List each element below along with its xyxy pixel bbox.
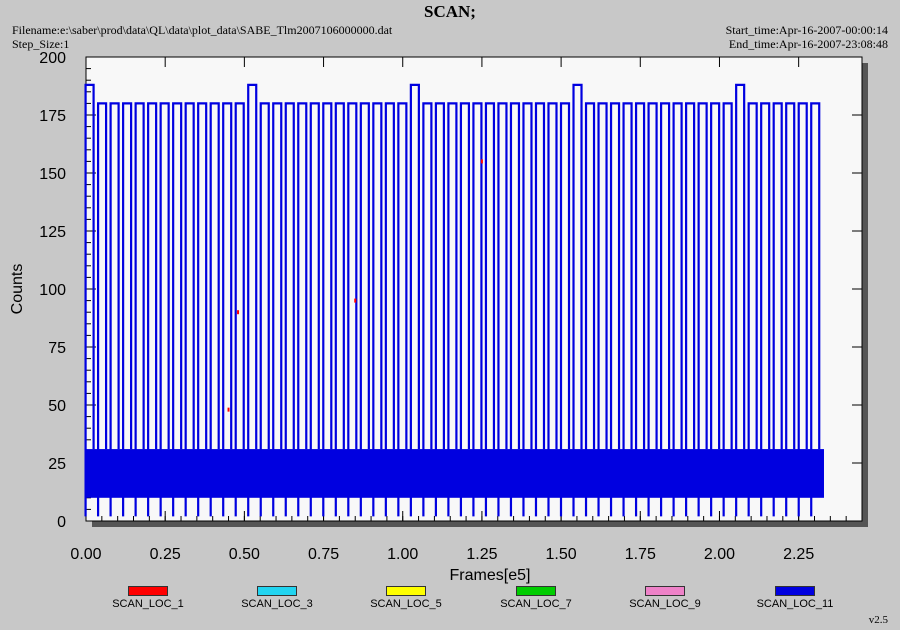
legend-label: SCAN_LOC_3 [241, 598, 313, 610]
y-tick-label: 25 [48, 456, 66, 473]
legend-item: SCAN_LOC_9 [610, 586, 720, 610]
x-axis-label: Frames[e5] [450, 567, 531, 584]
scan-chart: 0 25 50 75 100 125 150 175 200 0.00 0.25 0.50 0.75 1.… [9, 50, 868, 584]
legend-label: SCAN_LOC_1 [112, 598, 184, 610]
legend-label: SCAN_LOC_9 [629, 598, 701, 610]
x-tick-label: 1.25 [466, 546, 497, 563]
version-label: v2.5 [868, 614, 888, 626]
x-tick-label: 0.25 [150, 546, 181, 563]
x-tick-label: 1.75 [625, 546, 656, 563]
legend-item: SCAN_LOC_1 [93, 586, 203, 610]
y-tick-label: 0 [57, 514, 66, 531]
y-tick-label: 125 [39, 224, 66, 241]
x-tick-label: 2.25 [783, 546, 814, 563]
legend-swatch [645, 586, 685, 596]
legend-label: SCAN_LOC_11 [756, 598, 834, 610]
legend-swatch [386, 586, 426, 596]
scan-loc-1-point [480, 159, 483, 164]
legend-item: SCAN_LOC_7 [481, 586, 591, 610]
x-tick-label: 0.50 [229, 546, 260, 563]
legend-item: SCAN_LOC_5 [351, 586, 461, 610]
x-tick-label: 0.75 [308, 546, 339, 563]
y-tick-label: 75 [48, 340, 66, 357]
scan-loc-1-point [237, 310, 240, 315]
y-axis-label: Counts [9, 264, 26, 315]
y-tick-label: 150 [39, 166, 66, 183]
legend-swatch [128, 586, 168, 596]
scan-loc-11-band [86, 449, 824, 498]
legend-swatch [775, 586, 815, 596]
scan-loc-1-point [354, 298, 357, 303]
scan-loc-1-point [227, 407, 230, 412]
x-tick-label: 2.00 [704, 546, 735, 563]
legend-label: SCAN_LOC_7 [500, 598, 572, 610]
legend-swatch [516, 586, 556, 596]
x-tick-label: 1.50 [546, 546, 577, 563]
y-tick-label: 175 [39, 108, 66, 125]
legend-item: SCAN_LOC_11 [740, 586, 850, 610]
y-tick-label: 100 [39, 282, 66, 299]
y-tick-label: 200 [39, 50, 66, 67]
x-tick-label: 1.00 [387, 546, 418, 563]
legend-item: SCAN_LOC_3 [222, 586, 332, 610]
x-tick-label: 0.00 [70, 546, 101, 563]
legend-swatch [257, 586, 297, 596]
y-tick-label: 50 [48, 398, 66, 415]
legend-label: SCAN_LOC_5 [370, 598, 442, 610]
